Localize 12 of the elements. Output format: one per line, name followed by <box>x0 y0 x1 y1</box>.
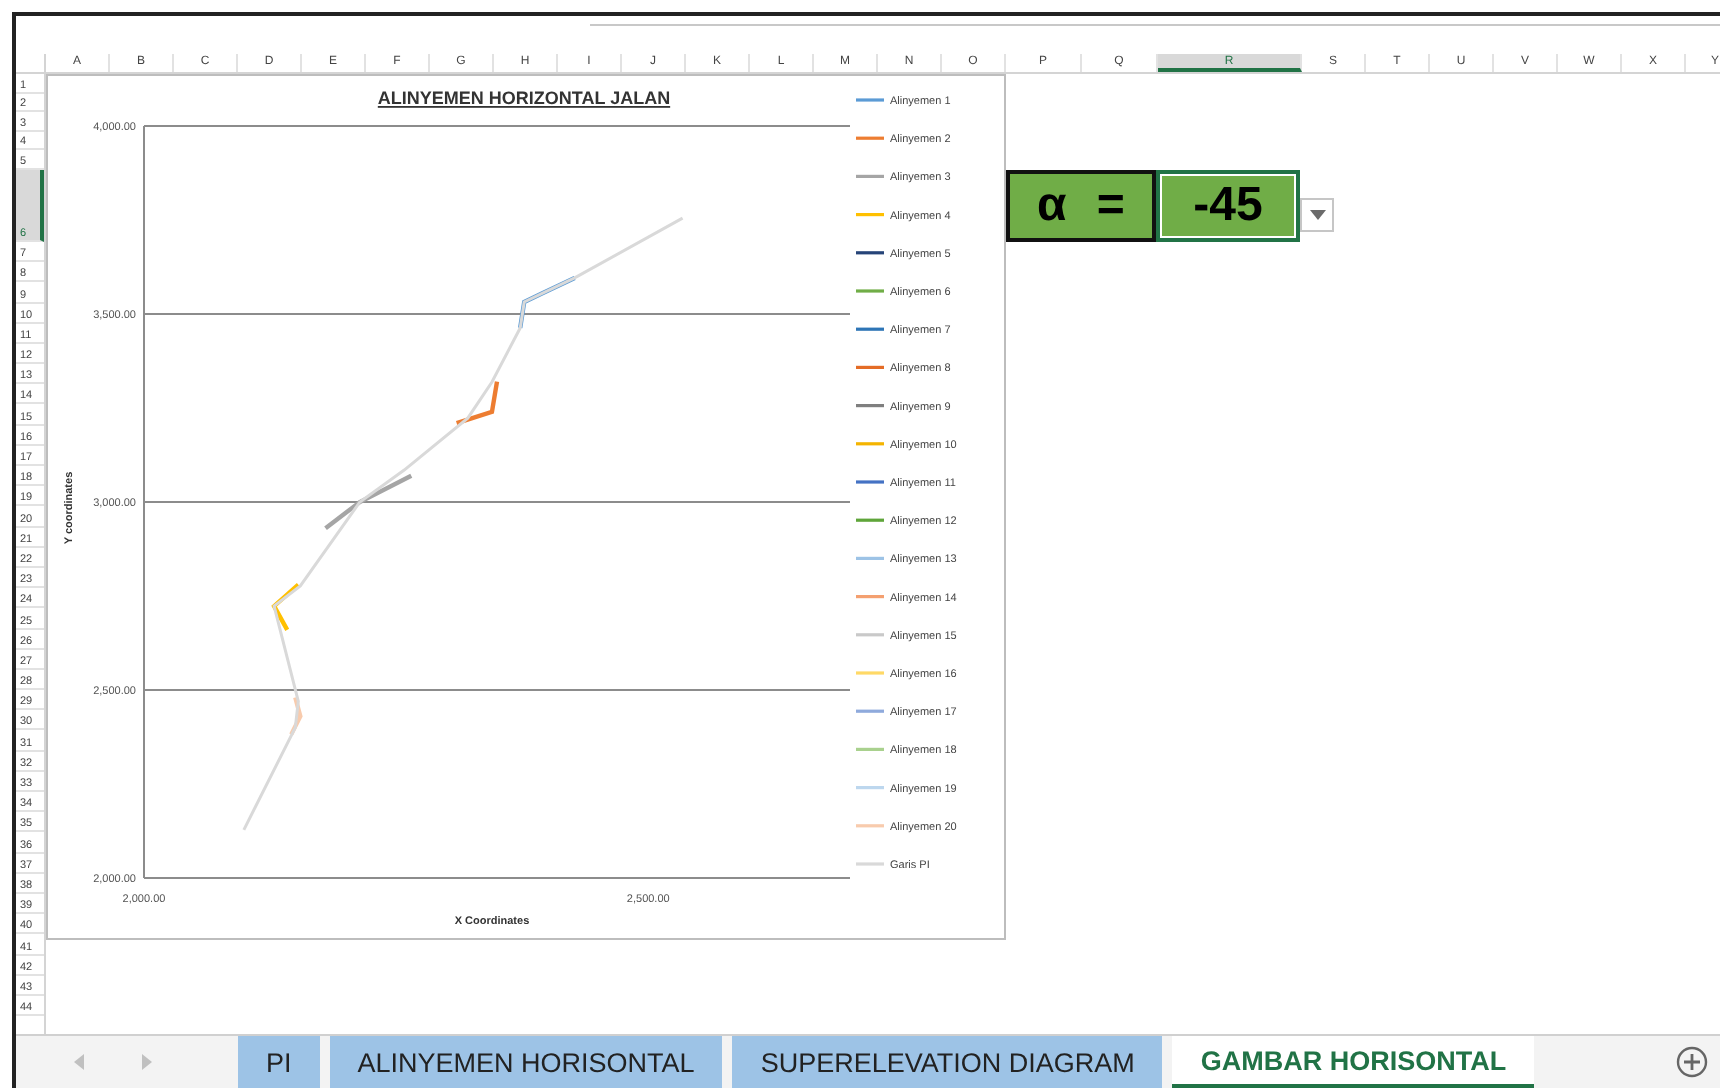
caret-icon <box>1309 210 1325 220</box>
sheet-tab[interactable]: PI <box>238 1036 320 1088</box>
alpha-symbol: α <box>1037 182 1067 230</box>
chart-title: ALINYEMEN HORIZONTAL JALAN <box>377 88 671 108</box>
add-sheet-icon[interactable] <box>1676 1046 1708 1078</box>
value-cell[interactable]: -45 <box>1156 170 1300 242</box>
sheet-tab[interactable]: GAMBAR HORISONTAL <box>1172 1036 1535 1088</box>
sheet-tab[interactable]: ALINYEMEN HORISONTAL <box>329 1036 723 1088</box>
equals-sign: = <box>1096 182 1125 230</box>
parameter-cell[interactable]: α = <box>1006 170 1156 242</box>
dropdown-button[interactable] <box>1300 198 1334 232</box>
sheet-tab[interactable]: SUPERELEVATION DIAGRAM <box>732 1036 1163 1088</box>
